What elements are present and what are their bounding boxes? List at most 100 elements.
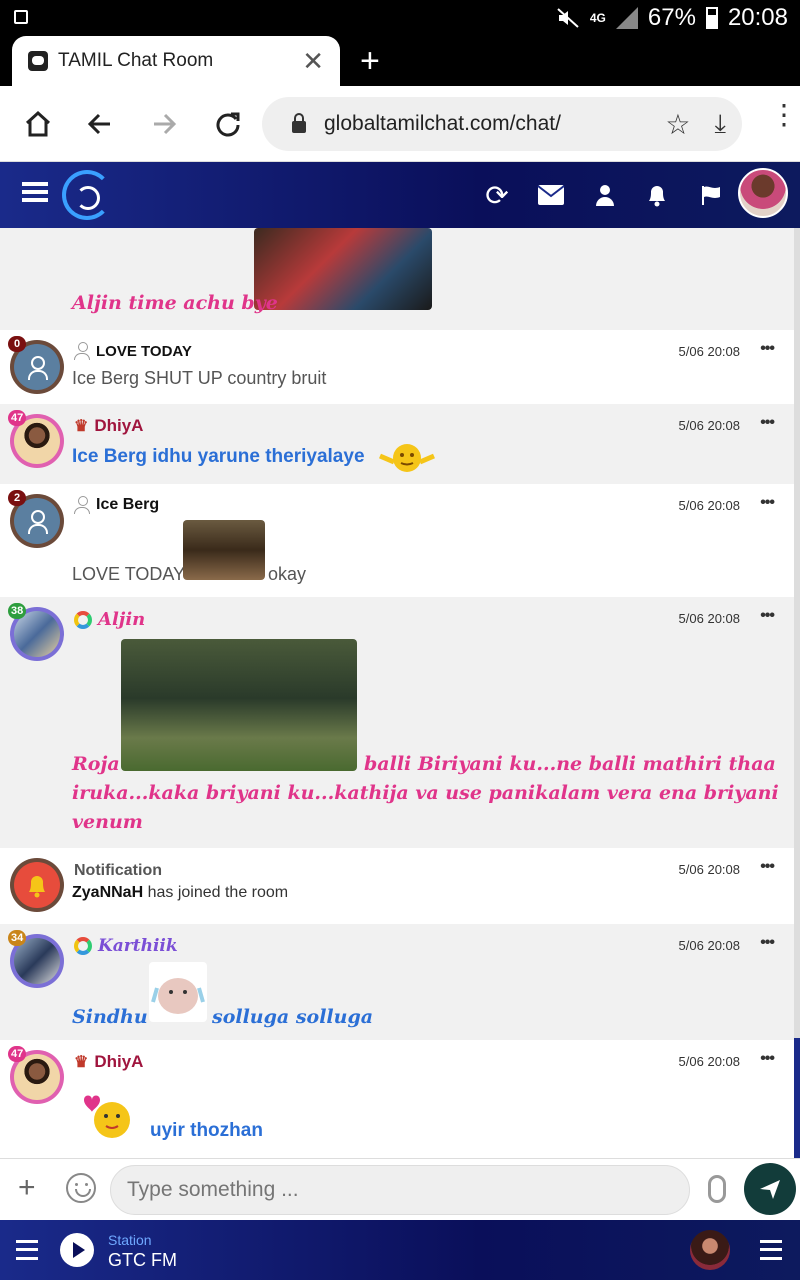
user-avatar[interactable]: 38 <box>8 603 64 661</box>
mic-icon[interactable] <box>708 1175 726 1203</box>
love-sticker-icon[interactable] <box>74 1086 140 1148</box>
menu-icon[interactable] <box>22 182 48 202</box>
joined-username[interactable]: ZyaNNaH <box>72 884 143 901</box>
flag-icon[interactable] <box>694 178 728 212</box>
user-avatar[interactable]: 47 <box>8 1046 64 1104</box>
refresh-icon[interactable]: ⟳ <box>480 178 514 212</box>
signal-icon <box>615 7 638 29</box>
chat-message: 38 Aljin 5/06 20:08 ••• Roja balli Biriy… <box>0 597 794 848</box>
profile-avatar[interactable] <box>738 168 788 218</box>
site-logo[interactable] <box>62 170 112 220</box>
username-label: Ice Berg <box>96 496 160 513</box>
message-text: Ice Berg idhu yarune theriyalaye <box>72 446 365 467</box>
browser-tab[interactable]: TAMIL Chat Room ✕ <box>12 36 340 86</box>
message-options-icon[interactable]: ••• <box>760 934 775 952</box>
username-label: DhiyA <box>94 1052 144 1071</box>
username[interactable]: ♛ DhiyA <box>74 1052 143 1072</box>
download-icon[interactable]: ⤓ <box>715 108 727 140</box>
message-options-icon[interactable]: ••• <box>760 1050 775 1068</box>
message-time: 5/06 20:08 <box>678 862 740 877</box>
close-tab-icon[interactable]: ✕ <box>302 46 324 77</box>
message-text-after: solluga solluga <box>212 1006 374 1028</box>
dj-avatar[interactable] <box>690 1230 730 1270</box>
shrug-emoji-icon <box>378 442 435 474</box>
rank-badge: 38 <box>8 603 27 619</box>
chat-message: 2 Ice Berg 5/06 20:08 ••• LOVE TODAY oka… <box>0 484 794 597</box>
battery-icon <box>705 7 718 29</box>
chat-message: 47 ♛ DhiyA 5/06 20:08 ••• uyir thozhan <box>0 1040 794 1158</box>
notification-text: ZyaNNaH has joined the room <box>72 884 288 902</box>
battery-percent: 67% <box>647 4 696 31</box>
username[interactable]: Karthiik <box>74 936 178 956</box>
username[interactable]: Ice Berg <box>74 496 159 514</box>
message-text-before: Sindhu <box>72 1006 148 1028</box>
message-options-icon[interactable]: ••• <box>760 607 775 625</box>
url-text[interactable]: globaltamilchat.com/chat/ <box>324 112 665 136</box>
message-composer: + <box>0 1158 800 1220</box>
chat-message: Aljin time achu bye <box>0 228 794 330</box>
message-time: 5/06 20:08 <box>678 498 740 513</box>
radio-menu-icon[interactable] <box>760 1240 782 1260</box>
app-header: ⟳ <box>0 162 800 228</box>
station-name: GTC FM <box>108 1250 177 1270</box>
username-label: Karthiik <box>98 936 178 956</box>
message-text: Aljin time achu bye <box>72 292 278 314</box>
cat-sticker-icon[interactable] <box>149 962 207 1022</box>
user-avatar[interactable]: 47 <box>8 410 64 468</box>
message-time: 5/06 20:08 <box>678 938 740 953</box>
message-input[interactable] <box>110 1165 690 1215</box>
bell-icon[interactable] <box>640 178 674 212</box>
network-type: 4G <box>589 10 606 25</box>
chat-message: 47 ♛ DhiyA 5/06 20:08 ••• Ice Berg idhu … <box>0 404 794 484</box>
chat-scrollbar-thumb[interactable] <box>794 1038 800 1158</box>
message-options-icon[interactable]: ••• <box>760 494 775 512</box>
user-avatar[interactable]: 34 <box>8 930 64 988</box>
new-tab-button[interactable]: + <box>360 44 380 78</box>
gif-image[interactable] <box>183 520 265 580</box>
attach-plus-icon[interactable]: + <box>18 1171 36 1205</box>
rank-badge: 0 <box>8 336 26 352</box>
emoji-icon[interactable] <box>66 1173 96 1203</box>
play-button[interactable] <box>60 1233 94 1267</box>
url-field[interactable]: globaltamilchat.com/chat/ ☆ ⤓ <box>262 97 742 151</box>
status-ring-icon <box>74 610 92 629</box>
send-icon <box>760 1180 780 1199</box>
crown-icon: ♛ <box>74 1054 89 1071</box>
chat-scrollbar[interactable] <box>794 228 800 1158</box>
user-avatar[interactable]: 2 <box>8 490 64 548</box>
gif-image[interactable] <box>121 639 357 771</box>
rank-badge: 2 <box>8 490 26 506</box>
tab-title: TAMIL Chat Room <box>58 50 214 71</box>
message-options-icon[interactable]: ••• <box>760 414 775 432</box>
back-icon[interactable] <box>80 104 120 144</box>
browser-menu-icon[interactable]: ⋮ <box>770 101 798 129</box>
username-label: DhiyA <box>94 416 144 435</box>
message-options-icon[interactable]: ••• <box>760 858 775 876</box>
mail-icon[interactable] <box>534 178 568 212</box>
station-label: Station <box>108 1232 152 1248</box>
home-icon[interactable] <box>18 104 58 144</box>
gif-image[interactable] <box>254 228 432 310</box>
chat-message: 34 Karthiik 5/06 20:08 ••• Sindhu sollug… <box>0 924 794 1040</box>
message-text-line: iruka...kaka briyani ku...kathija va use… <box>72 782 779 804</box>
notification-message: Notification 5/06 20:08 ••• ZyaNNaH has … <box>0 848 794 924</box>
message-time: 5/06 20:08 <box>678 1054 740 1069</box>
reload-icon[interactable] <box>208 104 248 144</box>
username[interactable]: ♛ DhiyA <box>74 416 143 436</box>
forward-icon[interactable] <box>144 104 184 144</box>
message-time: 5/06 20:08 <box>678 344 740 359</box>
star-icon[interactable]: ☆ <box>665 108 690 141</box>
equalizer-icon[interactable] <box>16 1240 38 1260</box>
send-button[interactable] <box>744 1163 796 1215</box>
message-options-icon[interactable]: ••• <box>760 340 775 358</box>
status-ring-icon <box>74 937 92 955</box>
chat-message: 0 LOVE TODAY 5/06 20:08 ••• Ice Berg SHU… <box>0 330 794 404</box>
person-icon <box>74 342 90 360</box>
rank-badge: 47 <box>8 410 27 426</box>
chat-favicon-icon <box>28 51 48 71</box>
username[interactable]: Aljin <box>74 609 145 630</box>
message-text-after: balli Biriyani ku...ne balli mathiri tha… <box>364 753 776 775</box>
username[interactable]: LOVE TODAY <box>74 342 192 360</box>
user-avatar[interactable]: 0 <box>8 336 64 394</box>
user-icon[interactable] <box>588 178 622 212</box>
